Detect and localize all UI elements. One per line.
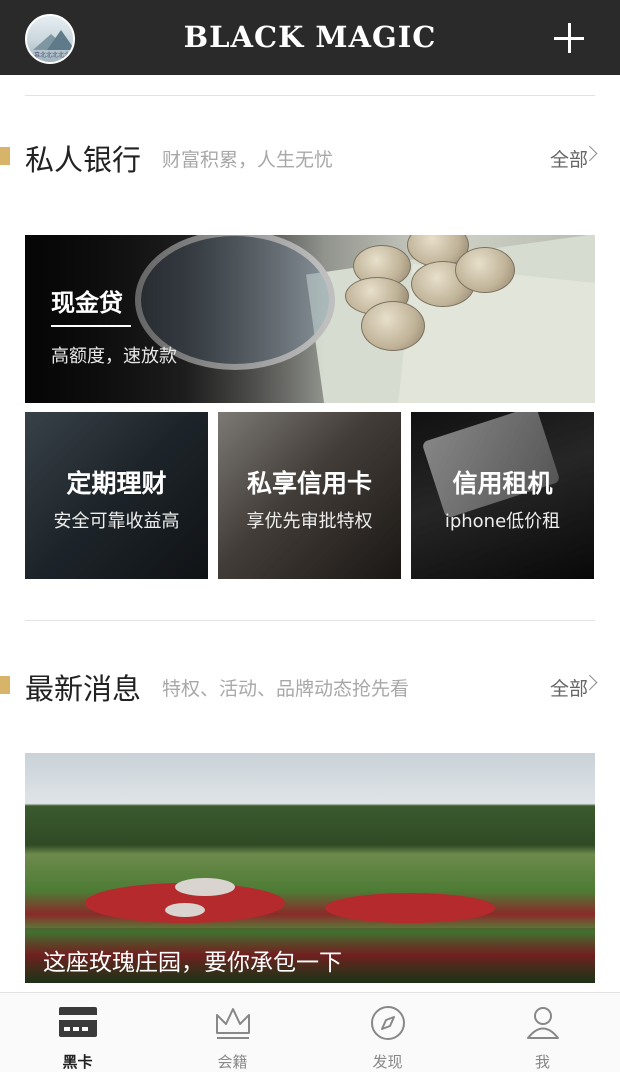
compass-icon: [371, 1006, 405, 1040]
tile-title: 定期理财: [66, 469, 167, 498]
section-accent-bar: [0, 676, 10, 694]
tile-subtitle: iphone低价租: [444, 511, 561, 532]
tile-private-credit-card[interactable]: 私享信用卡 享优先审批特权: [218, 412, 401, 579]
app-title: BLACK MAGIC: [183, 20, 437, 54]
coin-image: [361, 301, 425, 351]
bottom-tab-bar: 黑卡 会籍 发现 我: [0, 992, 620, 1072]
section-header-private-banking: 私人银行 财富积累，人生无忧 全部: [0, 137, 620, 177]
section-title: 最新消息: [25, 672, 142, 706]
tab-label: 发现: [372, 1053, 403, 1071]
news-caption: 这座玫瑰庄园，要你承包一下: [43, 950, 342, 976]
flowerbed-shape: [325, 893, 495, 923]
tab-black-card[interactable]: 黑卡: [0, 993, 155, 1072]
coin-image: [455, 247, 515, 293]
view-all-link[interactable]: 全部: [550, 145, 588, 172]
tab-membership[interactable]: 会籍: [155, 993, 310, 1072]
banner-subtitle: 高额度，速放款: [51, 346, 177, 367]
divider: [25, 620, 595, 621]
plus-icon[interactable]: [552, 22, 586, 56]
divider: [25, 95, 595, 96]
cash-loan-banner[interactable]: 现金贷 高额度，速放款: [25, 235, 595, 403]
tile-title: 私享信用卡: [246, 469, 372, 498]
crown-icon: [216, 1008, 250, 1039]
plus-icon-bar: [568, 23, 571, 53]
section-subtitle: 特权、活动、品牌动态抢先看: [162, 678, 410, 700]
view-all-link[interactable]: 全部: [550, 674, 588, 701]
section-header-news: 最新消息 特权、活动、品牌动态抢先看 全部: [0, 666, 620, 706]
banner-title: 现金贷: [51, 289, 123, 317]
section-accent-bar: [0, 147, 10, 165]
tab-discover[interactable]: 发现: [310, 993, 465, 1072]
tab-label: 黑卡: [62, 1053, 93, 1071]
tile-credit-phone-rental[interactable]: 信用租机 iphone低价租: [411, 412, 594, 579]
user-icon: [527, 1007, 559, 1039]
flowerbed-shape: [165, 903, 205, 917]
section-subtitle: 财富积累，人生无忧: [162, 149, 334, 171]
banner-underline: [51, 325, 131, 327]
tab-label: 我: [534, 1053, 550, 1071]
tab-label: 会籍: [217, 1053, 248, 1071]
banner-overlay: [25, 235, 325, 403]
tab-me[interactable]: 我: [465, 993, 620, 1072]
tile-fixed-term-finance[interactable]: 定期理财 安全可靠收益高: [25, 412, 208, 579]
section-title: 私人银行: [25, 143, 142, 177]
card-icon: [59, 1007, 97, 1037]
tile-title: 信用租机: [452, 469, 553, 498]
tile-subtitle: 享优先审批特权: [246, 511, 373, 532]
tile-subtitle: 安全可靠收益高: [53, 511, 180, 532]
featured-news-card[interactable]: 这座玫瑰庄园，要你承包一下: [25, 753, 595, 983]
top-bar: 慕北北北北北 BLACK MAGIC: [0, 0, 620, 75]
flowerbed-shape: [175, 878, 235, 896]
